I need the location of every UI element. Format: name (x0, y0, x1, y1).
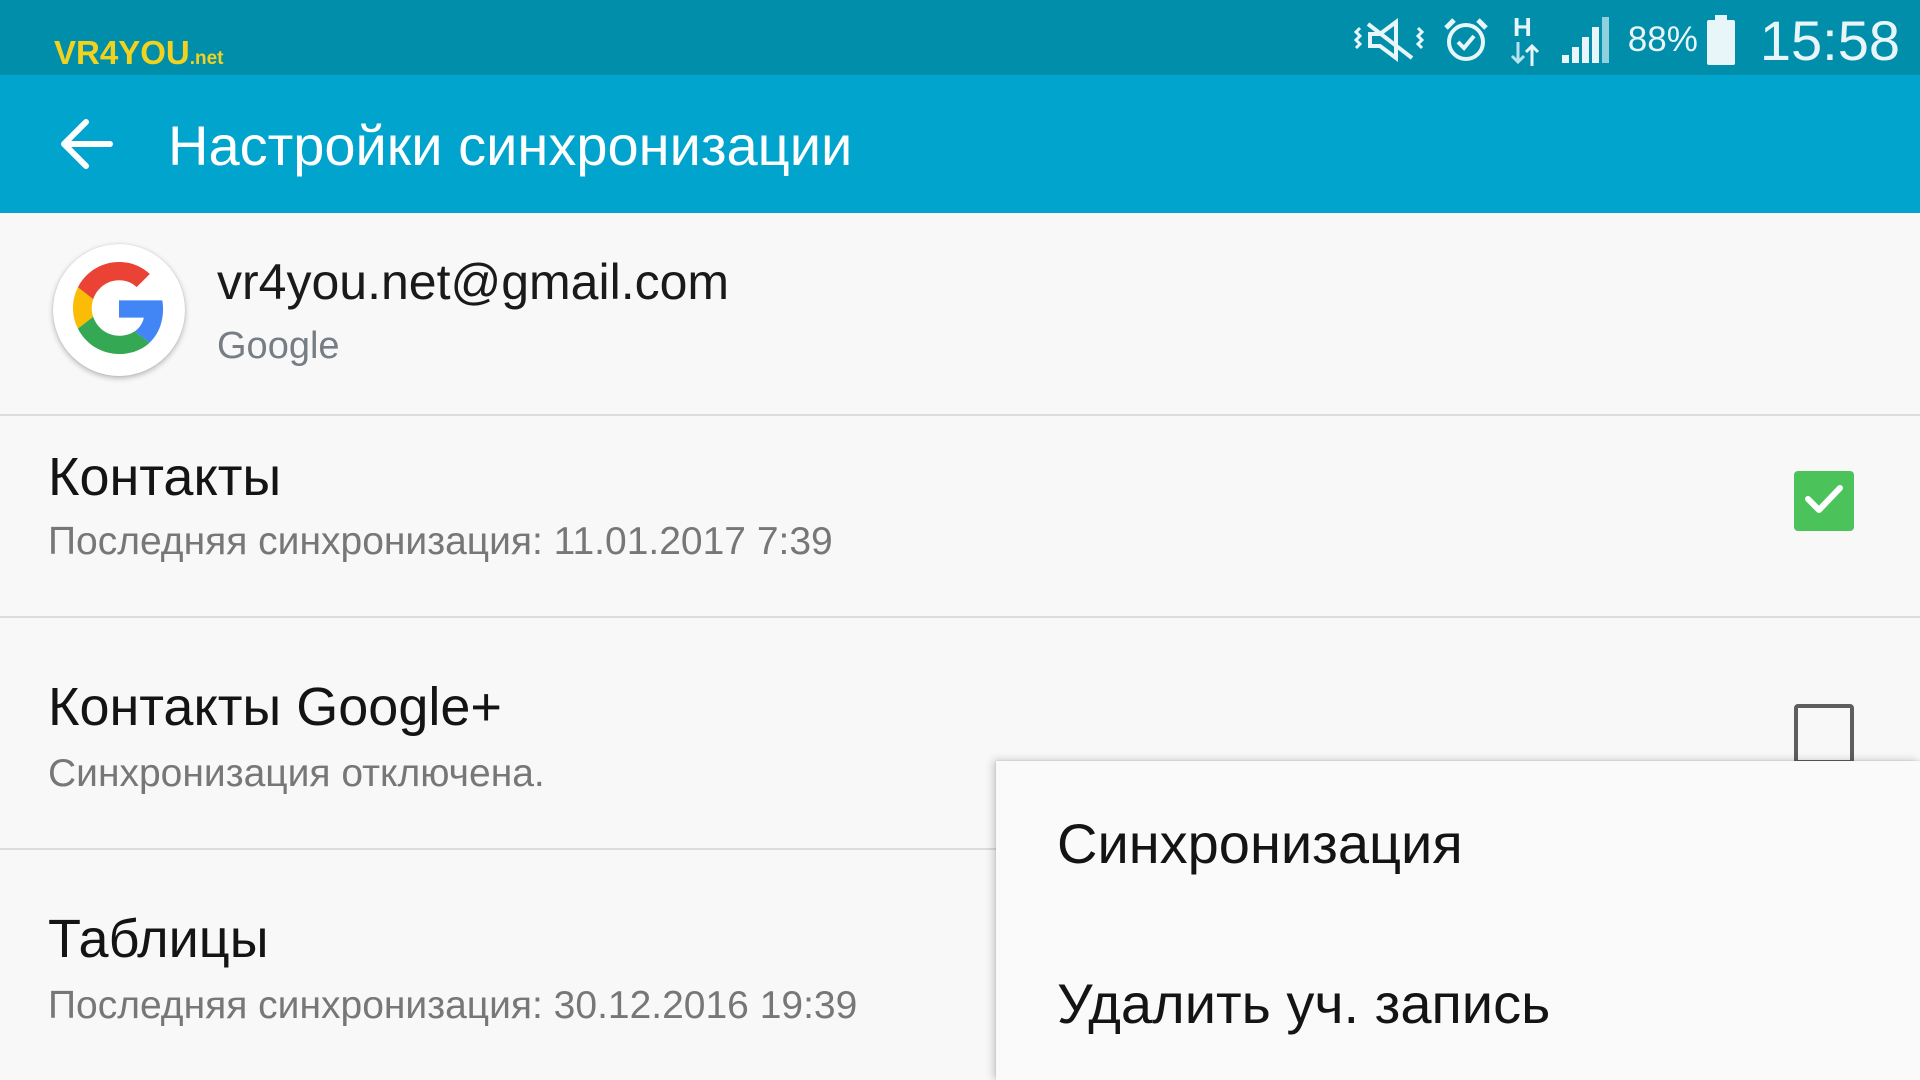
menu-item-remove-account[interactable]: Удалить уч. запись (996, 921, 1920, 1071)
menu-item-sync[interactable]: Синхронизация (996, 761, 1920, 911)
status-icons: H 88% 15:58 (1336, 8, 1900, 72)
alarm-icon (1442, 16, 1490, 64)
page-title: Настройки синхронизации (168, 114, 853, 177)
status-bar: VR4YOU.net H 88% 15:58 (0, 0, 1920, 75)
checkmark-icon (1802, 477, 1846, 526)
network-h-icon: H (1508, 12, 1542, 68)
battery-percent: 88% (1627, 20, 1698, 59)
watermark-main: VR4YOU (54, 34, 190, 71)
svg-text:H: H (1513, 12, 1532, 42)
watermark-suffix: .net (189, 48, 224, 69)
battery-icon (1706, 15, 1736, 65)
watermark-logo: VR4YOU.net (54, 34, 224, 72)
clock: 15:58 (1759, 8, 1900, 72)
arrow-back-icon (58, 118, 114, 175)
sync-checkbox-google-plus[interactable] (1794, 704, 1854, 764)
sync-item-title: Таблицы (48, 909, 269, 969)
sync-item-title: Контакты (48, 447, 282, 507)
sync-checkbox-contacts[interactable] (1794, 471, 1854, 531)
menu-item-label: Синхронизация (1057, 812, 1463, 875)
menu-item-label: Удалить уч. запись (1057, 972, 1551, 1035)
back-button[interactable] (46, 111, 126, 181)
sync-item-subtitle: Последняя синхронизация: 30.12.2016 19:3… (48, 984, 858, 1027)
account-type: Google (217, 325, 340, 367)
overflow-menu: Синхронизация Удалить уч. запись (996, 761, 1920, 1080)
google-g-icon (73, 261, 165, 359)
sync-item-subtitle: Синхронизация отключена. (48, 752, 545, 795)
avatar (53, 244, 185, 376)
sync-item-title: Контакты Google+ (48, 677, 502, 737)
sync-item-contacts[interactable]: Контакты Последняя синхронизация: 11.01.… (0, 416, 1920, 618)
vibrate-mute-icon (1353, 18, 1424, 62)
account-email: vr4you.net@gmail.com (217, 254, 730, 310)
signal-icon (1560, 15, 1610, 65)
sync-item-subtitle: Последняя синхронизация: 11.01.2017 7:39 (48, 520, 833, 563)
account-header: vr4you.net@gmail.com Google (0, 213, 1920, 416)
app-bar: Настройки синхронизации (0, 75, 1920, 213)
